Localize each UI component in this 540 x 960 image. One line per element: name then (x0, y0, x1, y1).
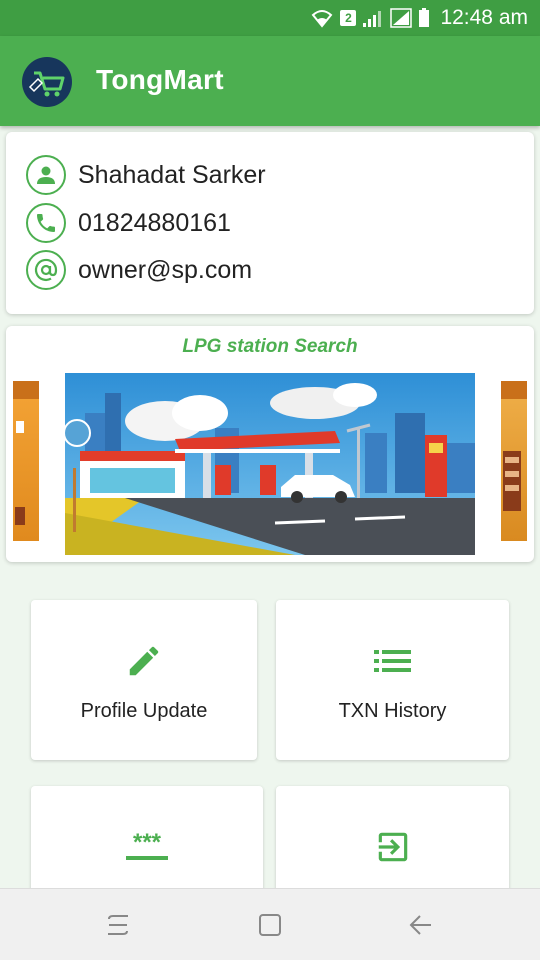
password-icon: *** (31, 832, 263, 862)
recent-apps-button[interactable] (102, 909, 134, 941)
edit-icon (31, 642, 257, 680)
profile-card: Shahadat Sarker 01824880161 owner@sp.com (6, 132, 534, 314)
app-logo (22, 57, 72, 107)
sim-badge: 2 (340, 10, 357, 26)
shopping-cart-icon (28, 71, 65, 97)
phone-icon (26, 203, 66, 243)
home-button[interactable] (254, 909, 286, 941)
back-arrow-icon (409, 915, 431, 935)
person-icon (26, 155, 66, 195)
profile-name: Shahadat Sarker (78, 160, 266, 189)
home-icon (259, 914, 281, 936)
profile-update-label: Profile Update (80, 700, 208, 722)
logout-icon (276, 828, 509, 866)
wifi-icon (312, 10, 333, 28)
profile-update-button[interactable]: Profile Update (31, 600, 257, 760)
profile-email-row: owner@sp.com (26, 250, 252, 290)
svg-text:***: *** (133, 832, 162, 856)
at-sign-icon (26, 250, 66, 290)
app-title: TongMart (96, 64, 224, 95)
profile-phone-row: 01824880161 (26, 203, 231, 243)
txn-history-label: TXN History (338, 700, 447, 722)
txn-history-button[interactable]: TXN History (276, 600, 509, 760)
profile-name-row: Shahadat Sarker (26, 155, 266, 195)
back-button[interactable] (404, 909, 436, 941)
banner-title: LPG station Search (182, 336, 358, 357)
carousel-prev-image[interactable] (13, 381, 39, 541)
gas-station-image[interactable] (65, 373, 475, 555)
signal-icon-2 (390, 8, 413, 28)
app-bar: TongMart (0, 36, 540, 126)
battery-icon (419, 8, 430, 27)
system-nav-bar (0, 888, 540, 960)
carousel-next-image[interactable] (501, 381, 527, 541)
list-icon (276, 644, 509, 678)
status-bar: 2 12:48 am (0, 0, 540, 36)
profile-email: owner@sp.com (78, 255, 253, 284)
recent-apps-icon (108, 915, 128, 935)
signal-icon (363, 11, 382, 27)
status-icons: 2 12:48 am (310, 6, 528, 30)
lpg-search-banner[interactable]: LPG station Search (6, 326, 534, 562)
status-time: 12:48 am (440, 6, 528, 29)
profile-phone: 01824880161 (78, 208, 231, 237)
